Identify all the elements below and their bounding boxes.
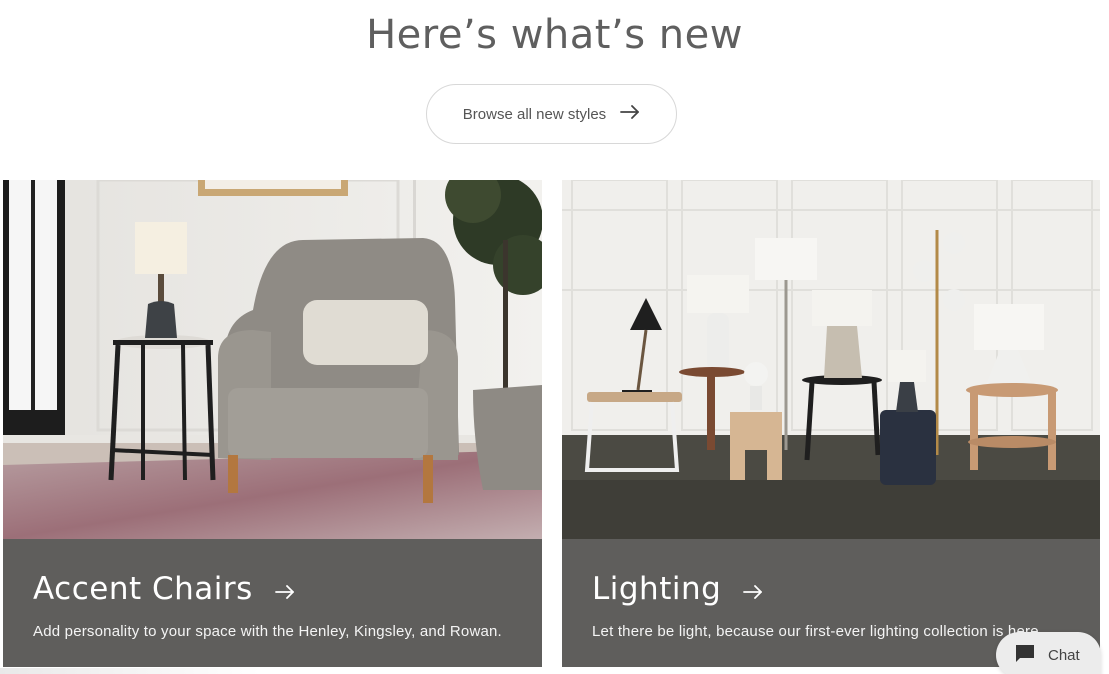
browse-button-label: Browse all new styles [462, 105, 607, 123]
arrow-right-icon [620, 105, 640, 123]
accent-chairs-title-row[interactable]: Accent Chairs [33, 569, 542, 609]
chat-label: Chat [1048, 646, 1080, 664]
chat-button[interactable]: Chat [996, 632, 1101, 674]
lighting-title-row[interactable]: Lighting [592, 569, 1100, 609]
accent-chairs-caption: Accent Chairs Add personality to your sp… [3, 539, 542, 667]
arrow-right-icon [743, 569, 763, 609]
arrow-right-icon [274, 569, 295, 609]
card-title: Accent Chairs [33, 571, 253, 607]
chat-bubble-icon [1016, 644, 1034, 666]
lighting-card[interactable]: Lighting Let there be light, because our… [562, 180, 1100, 667]
card-description: Add personality to your space with the H… [33, 623, 502, 640]
browse-all-new-styles-button[interactable]: Browse all new styles [426, 84, 677, 144]
lighting-collection-photo [562, 180, 1100, 539]
bottom-divider [0, 668, 260, 674]
accent-chair-photo [3, 180, 542, 539]
card-title: Lighting [592, 571, 722, 607]
accent-chairs-card[interactable]: Accent Chairs Add personality to your sp… [3, 180, 542, 667]
page: Here’s what’s new Browse all new styles [0, 0, 1109, 674]
section-heading: Here’s what’s new [366, 12, 743, 58]
